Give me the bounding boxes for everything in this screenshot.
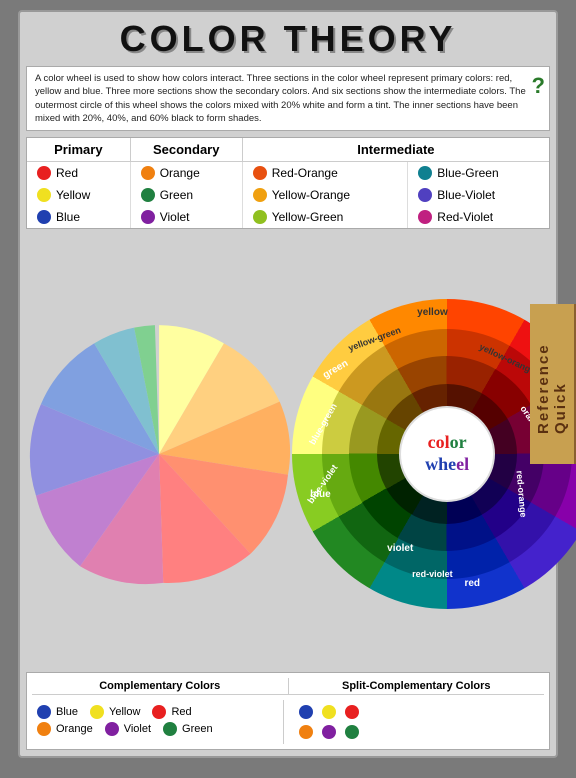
page-title: COLOR THEORY xyxy=(26,18,550,60)
label-blue: blue xyxy=(310,489,331,500)
violet-label: Violet xyxy=(124,723,151,735)
split-blue-dot xyxy=(299,705,313,719)
split-green-dot xyxy=(345,725,359,739)
quick-reference-tab: Quick Reference xyxy=(530,304,576,464)
red-dot xyxy=(152,705,166,719)
intermediate-cell1-2: Yellow-Green xyxy=(242,206,408,228)
blue-dot xyxy=(37,705,51,719)
red-label: Red xyxy=(171,706,191,718)
split-header: Split-Complementary Colors xyxy=(289,678,545,694)
orange-dot xyxy=(37,722,51,736)
label-red-violet: red-violet xyxy=(412,569,453,579)
secondary-cell-1: Green xyxy=(130,184,242,206)
split-orange-dot xyxy=(299,725,313,739)
intermediate-cell1-0: Red-Orange xyxy=(242,162,408,185)
label-red: red xyxy=(464,578,480,589)
split-row-2 xyxy=(299,725,364,739)
split-comp-col xyxy=(284,700,545,744)
split-row-1 xyxy=(299,705,364,719)
info-text: A color wheel is used to show how colors… xyxy=(35,73,526,124)
bottom-content: Blue Yellow Red Orange Violet Green xyxy=(32,700,544,744)
intermediate-cell2-2: Red-Violet xyxy=(408,206,549,228)
secondary-cell-2: Violet xyxy=(130,206,242,228)
main-container: COLOR THEORY A color wheel is used to sh… xyxy=(18,10,558,758)
label-yellow: yellow xyxy=(417,307,448,318)
yellow-label: Yellow xyxy=(109,706,140,718)
primary-cell-2: Blue xyxy=(27,206,130,228)
primary-cell-1: Yellow xyxy=(27,184,130,206)
wheel-section: color wheel yellow yellow-orange orange … xyxy=(26,235,550,672)
primary-cell-0: Red xyxy=(27,162,130,185)
intermediate-cell2-1: Blue-Violet xyxy=(408,184,549,206)
bottom-header: Complementary Colors Split-Complementary… xyxy=(32,678,544,695)
comp-row-1: Blue Yellow Red xyxy=(37,705,278,719)
color-table: Primary Secondary Intermediate RedOrange… xyxy=(26,137,550,229)
comp-header: Complementary Colors xyxy=(32,678,289,694)
secondary-cell-0: Orange xyxy=(130,162,242,185)
question-mark-icon[interactable]: ? xyxy=(532,71,545,102)
color-wheel-container: color wheel yellow yellow-orange orange … xyxy=(292,299,550,609)
complementary-col: Blue Yellow Red Orange Violet Green xyxy=(32,700,284,744)
intermediate-cell2-0: Blue-Green xyxy=(408,162,549,185)
green-dot xyxy=(163,722,177,736)
color-wheel xyxy=(26,294,292,614)
violet-dot xyxy=(105,722,119,736)
split-yellow-dot xyxy=(322,705,336,719)
bottom-section: Complementary Colors Split-Complementary… xyxy=(26,672,550,750)
primary-header: Primary xyxy=(27,138,130,162)
label-violet: violet xyxy=(387,543,413,554)
center-label: color wheel xyxy=(425,432,469,475)
wheel-center: color wheel xyxy=(399,406,495,502)
intermediate-cell1-1: Yellow-Orange xyxy=(242,184,408,206)
green-label: Green xyxy=(182,723,213,735)
split-violet-dot xyxy=(322,725,336,739)
intermediate-header: Intermediate xyxy=(242,138,549,162)
secondary-header: Secondary xyxy=(130,138,242,162)
info-box: A color wheel is used to show how colors… xyxy=(26,66,550,131)
blue-label: Blue xyxy=(56,706,78,718)
yellow-dot xyxy=(90,705,104,719)
quick-reference-label: Quick Reference xyxy=(535,334,569,434)
split-red-dot xyxy=(345,705,359,719)
orange-label: Orange xyxy=(56,723,93,735)
comp-row-2: Orange Violet Green xyxy=(37,722,278,736)
